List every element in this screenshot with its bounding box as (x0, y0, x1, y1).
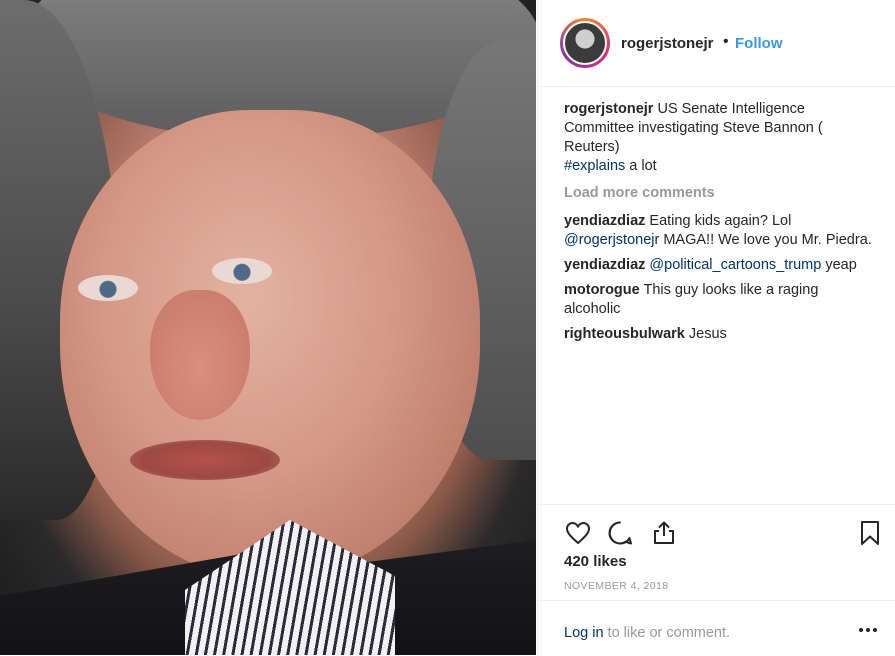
comment-mention[interactable]: @political_cartoons_trump (649, 257, 821, 273)
share-icon[interactable] (650, 519, 678, 547)
login-prompt: Log in to like or comment. (564, 625, 730, 641)
comment-icon[interactable] (606, 519, 634, 547)
post-header: rogerjstonejr • Follow (538, 0, 895, 87)
photo-eye-left (78, 275, 138, 301)
comment-username[interactable]: motorogue (564, 282, 640, 298)
post-date[interactable]: NOVEMBER 4, 2018 (564, 580, 668, 592)
comment-item: righteousbulwark Jesus (564, 325, 876, 344)
photo-nose (150, 290, 250, 420)
comments-section: rogerjstonejr US Senate Intelligence Com… (564, 100, 876, 350)
comment-username[interactable]: righteousbulwark (564, 326, 685, 342)
photo-eye-right (212, 258, 272, 284)
comment-text: Eating kids again? Lol (649, 213, 792, 229)
caption: rogerjstonejr US Senate Intelligence Com… (564, 100, 876, 176)
photo-mouth (130, 440, 280, 480)
follow-button[interactable]: Follow (735, 35, 783, 52)
post-sidebar: rogerjstonejr • Follow rogerjstonejr US … (537, 0, 895, 655)
post-photo[interactable] (0, 0, 536, 655)
bookmark-icon[interactable] (856, 519, 884, 547)
header-username[interactable]: rogerjstonejr (621, 35, 714, 52)
likes-count[interactable]: 420 likes (564, 553, 627, 570)
caption-username[interactable]: rogerjstonejr (564, 101, 653, 117)
login-link[interactable]: Log in (564, 625, 604, 641)
heart-icon[interactable] (564, 519, 592, 547)
comment-item: yendiazdiaz Eating kids again? Lol @roge… (564, 212, 876, 250)
caption-text-after: a lot (629, 158, 657, 174)
load-more-comments-button[interactable]: Load more comments (564, 184, 876, 203)
avatar-story-ring[interactable] (560, 18, 610, 68)
login-prompt-text: to like or comment. (607, 625, 731, 641)
comment-text: Jesus (688, 326, 727, 342)
comment-item: yendiazdiaz @political_cartoons_trump ye… (564, 256, 876, 275)
caption-hashtag[interactable]: #explains (564, 158, 625, 174)
comment-username[interactable]: yendiazdiaz (564, 213, 645, 229)
header-separator: • (723, 33, 729, 50)
avatar[interactable] (563, 21, 607, 65)
comment-username[interactable]: yendiazdiaz (564, 257, 645, 273)
comment-text-after: yeap (825, 257, 857, 273)
comment-mention[interactable]: @rogerjstonejr (564, 232, 659, 248)
login-footer: Log in to like or comment. (538, 600, 895, 656)
more-options-icon[interactable] (858, 623, 878, 635)
comment-text-after: MAGA!! We love you Mr. Piedra. (663, 232, 872, 248)
comment-item: motorogue This guy looks like a raging a… (564, 281, 876, 319)
photo-face (60, 110, 480, 580)
